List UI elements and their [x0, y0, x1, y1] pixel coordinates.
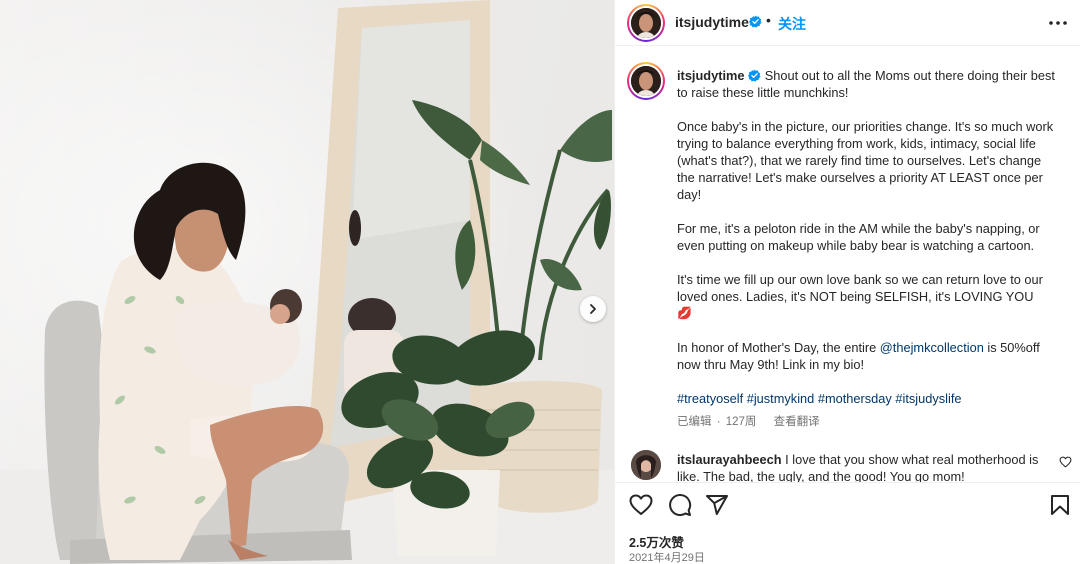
bookmark-icon[interactable]	[1048, 493, 1072, 517]
meta-separator: ·	[716, 416, 721, 428]
kiss-emoji: 💋	[677, 306, 692, 320]
caption-author-avatar[interactable]	[627, 62, 665, 100]
comments-section: itsjudytime Shout out to all the Moms ou…	[615, 46, 1080, 482]
verified-badge-icon	[749, 15, 762, 28]
chevron-right-icon	[590, 304, 596, 314]
post-header: itsjudytime • 关注	[615, 0, 1080, 46]
author-username[interactable]: itsjudytime	[675, 14, 749, 30]
post-side-panel: itsjudytime • 关注 itsjudytime Shout out t…	[614, 0, 1080, 564]
commenter-username[interactable]: itslaurayahbeech	[677, 452, 782, 467]
post-image[interactable]	[0, 0, 614, 564]
see-translation-link[interactable]: 查看翻译	[774, 416, 820, 428]
caption-p5-before: In honor of Mother's Day, the entire	[677, 340, 880, 355]
comment-text: itslaurayahbeech I love that you show wh…	[677, 451, 1047, 482]
hashtags[interactable]: #treatyoself #justmykind #mothersday #it…	[677, 390, 1057, 407]
commenter-avatar[interactable]	[631, 450, 661, 480]
caption-paragraph-5: In honor of Mother's Day, the entire @th…	[677, 339, 1057, 373]
caption-p4-text: It's time we fill up our own love bank s…	[677, 272, 1043, 304]
caption-paragraph-2: Once baby's in the picture, our prioriti…	[677, 119, 1054, 202]
share-icon[interactable]	[705, 493, 729, 517]
avatar-image	[631, 8, 661, 38]
post-age[interactable]: 127周	[726, 416, 757, 428]
carousel-next-button[interactable]	[580, 296, 606, 322]
header-separator-dot: •	[766, 12, 771, 28]
verified-badge-icon	[748, 69, 761, 82]
comment-icon[interactable]	[668, 493, 692, 517]
caption-meta: 已编辑 · 127周 查看翻译	[677, 413, 834, 429]
avatar-image	[631, 66, 661, 96]
heart-icon[interactable]	[629, 493, 653, 517]
caption-username[interactable]: itsjudytime	[677, 68, 745, 83]
photo-illustration	[44, 0, 612, 564]
caption-paragraph-1: itsjudytime Shout out to all the Moms ou…	[677, 67, 1057, 101]
caption-paragraph-3: For me, it's a peloton ride in the AM wh…	[677, 221, 1040, 253]
author-avatar[interactable]	[627, 4, 665, 42]
caption-text: itsjudytime Shout out to all the Moms ou…	[677, 67, 1057, 407]
avatar-image	[631, 450, 661, 480]
more-options-icon[interactable]	[1047, 13, 1069, 33]
edited-label: 已编辑	[677, 416, 712, 428]
follow-button[interactable]: 关注	[778, 14, 806, 34]
mention-link[interactable]: @thejmkcollection	[880, 340, 984, 355]
caption-paragraph-4: It's time we fill up our own love bank s…	[677, 271, 1057, 322]
small-heart-icon[interactable]	[1059, 456, 1072, 468]
action-bar: 2.5万次赞 2021年4月29日	[615, 482, 1080, 564]
post-date[interactable]: 2021年4月29日	[629, 549, 705, 564]
